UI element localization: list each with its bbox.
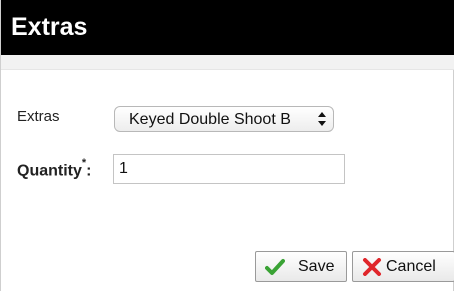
quantity-label: Quantity*: [17, 157, 92, 180]
select-updown-arrows-icon [318, 112, 326, 126]
title-divider-band [1, 55, 454, 70]
quantity-label-colon: : [86, 162, 92, 180]
dialog-title: Extras [11, 13, 88, 41]
save-button[interactable]: Save [255, 251, 347, 282]
red-x-icon [363, 258, 381, 276]
dialog-title-bar: Extras [1, 0, 454, 55]
required-marker: * [81, 157, 87, 169]
extras-select[interactable]: Keyed Double Shoot B [114, 106, 334, 132]
quantity-label-text: Quantity [17, 162, 82, 180]
extras-label: Extras [17, 108, 60, 125]
cancel-button-label: Cancel [386, 258, 436, 275]
save-button-label: Save [298, 258, 335, 275]
extras-dialog: Extras Extras Keyed Double Shoot B Quant… [0, 0, 454, 291]
green-checkmark-icon [265, 259, 285, 275]
quantity-input[interactable] [113, 154, 345, 184]
cancel-button[interactable]: Cancel [352, 251, 454, 282]
extras-select-value: Keyed Double Shoot B [129, 111, 291, 128]
